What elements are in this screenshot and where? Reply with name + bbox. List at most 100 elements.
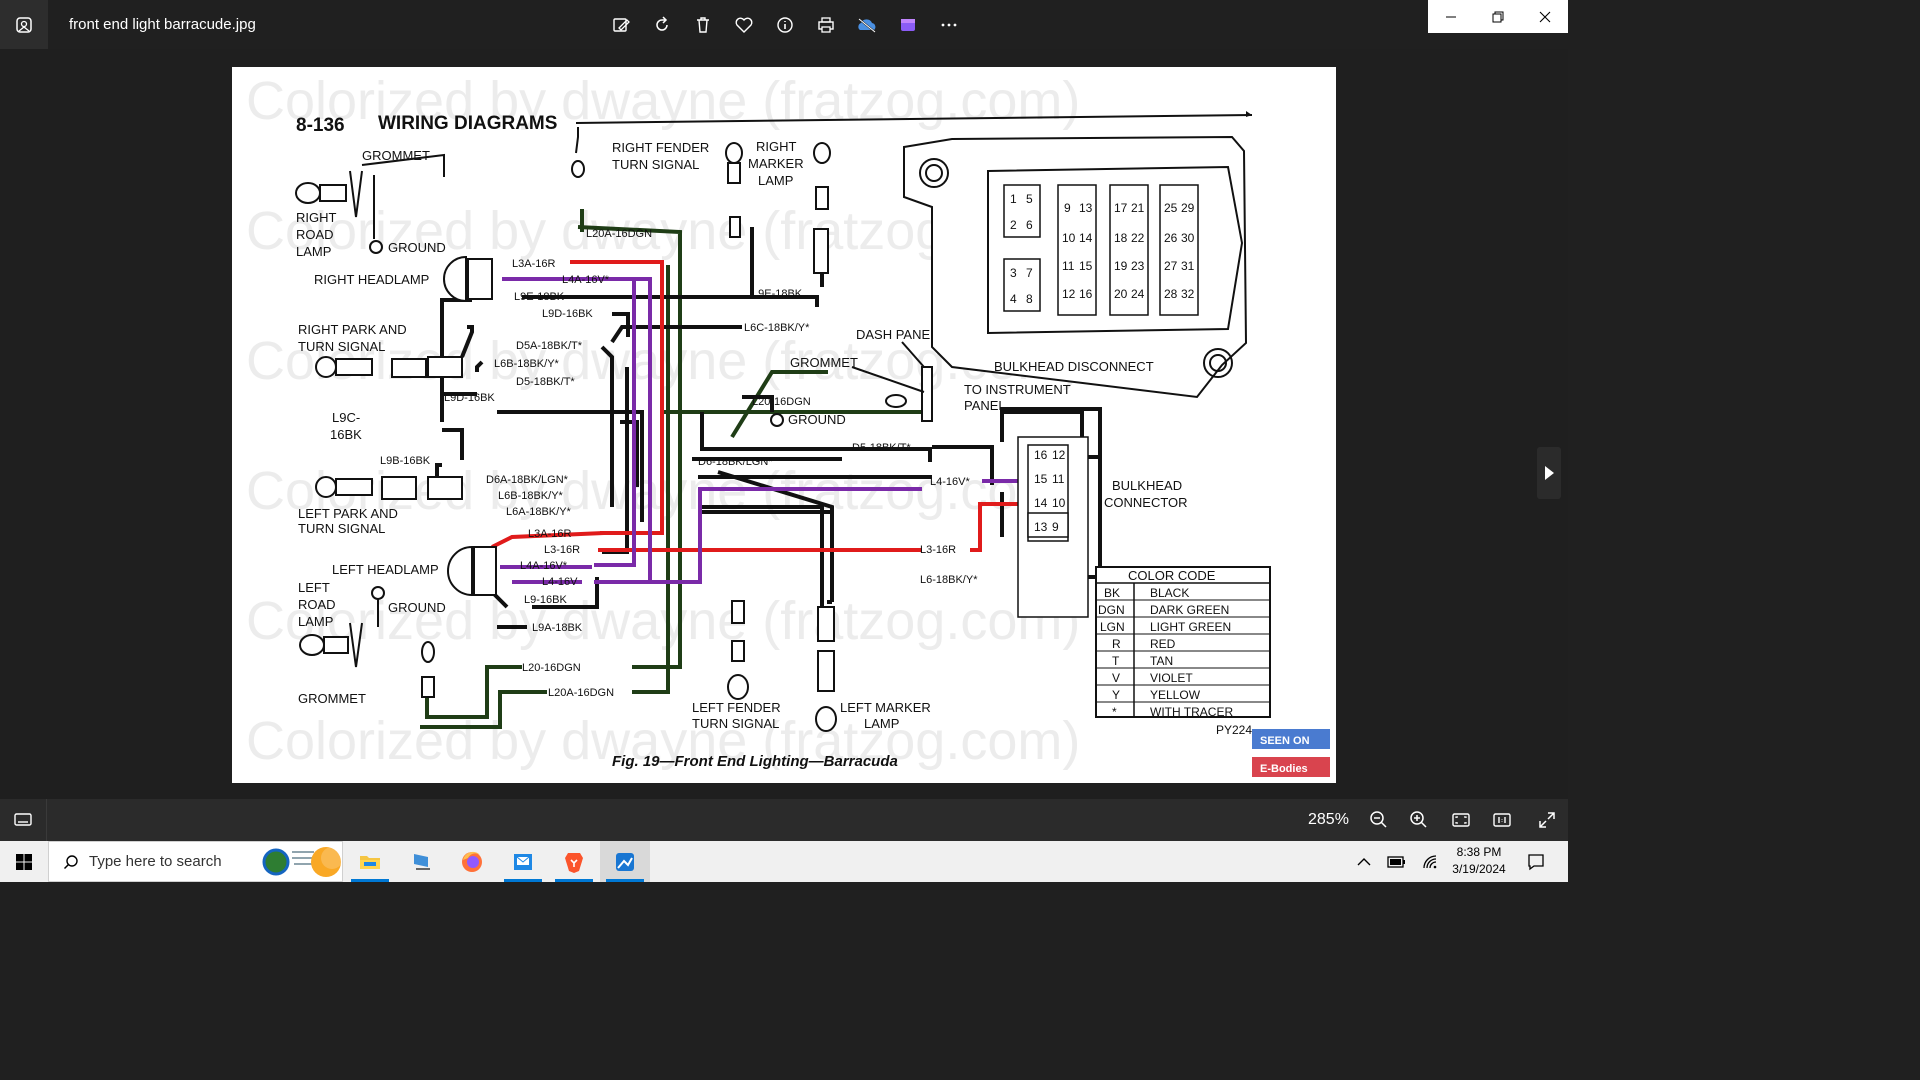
network-app-taskbar-button[interactable] <box>397 841 447 882</box>
zoom-level[interactable]: 285% <box>1308 811 1349 829</box>
taskbar-search-box[interactable]: Type here to search <box>48 841 343 882</box>
printer-icon <box>817 17 834 33</box>
wire-label: L20A-16DGN <box>586 228 652 240</box>
left-park-label-2: TURN SIGNAL <box>298 521 385 536</box>
image-toolbar <box>600 12 969 38</box>
brave-taskbar-button[interactable] <box>549 841 599 882</box>
photos-taskbar-button[interactable] <box>600 841 650 882</box>
wire-label: L9E-18BK <box>514 291 565 303</box>
show-hidden-icons-button[interactable] <box>1352 841 1376 882</box>
battery-tray-button[interactable] <box>1385 841 1409 882</box>
search-highlight-icon[interactable] <box>262 844 342 880</box>
fuse-number: 11 <box>1062 259 1075 273</box>
fuse-number: 21 <box>1131 201 1145 215</box>
photos-app-icon[interactable] <box>0 0 48 49</box>
favorite-button[interactable] <box>723 12 764 38</box>
notifications-button[interactable] <box>1524 841 1548 882</box>
right-headlamp <box>443 255 493 303</box>
ground-bottom-label: GROUND <box>388 600 446 615</box>
wire-label: L6B-18BK/Y* <box>498 490 564 502</box>
left-fender-turn-label-2: TURN SIGNAL <box>692 716 779 731</box>
rotate-button[interactable] <box>641 12 682 38</box>
expand-icon <box>1539 812 1555 828</box>
wire-label: D5A-18BK/T* <box>516 340 583 352</box>
l9c-label-2: 16BK <box>330 427 362 442</box>
restore-icon <box>1492 11 1504 22</box>
more-options-button[interactable] <box>928 12 969 38</box>
outlook-taskbar-button[interactable] <box>498 841 548 882</box>
chevron-up-icon <box>1357 857 1371 865</box>
full-screen-button[interactable] <box>1535 808 1559 832</box>
zoom-out-button[interactable] <box>1367 808 1391 832</box>
file-info-button[interactable] <box>764 12 805 38</box>
bulkhead-connector-label-2: CONNECTOR <box>1104 495 1188 510</box>
wire-label: D6A-18BK/LGN* <box>486 474 569 486</box>
onedrive-button[interactable] <box>846 12 887 38</box>
connector-pin: 12 <box>1052 448 1066 462</box>
connector-pin: 10 <box>1052 496 1066 510</box>
wire-label: D5-18BK/T* <box>516 376 575 388</box>
fuse-number: 6 <box>1026 218 1033 232</box>
wifi-tray-button[interactable] <box>1418 841 1442 882</box>
print-button[interactable] <box>805 12 846 38</box>
color-code: BK <box>1104 586 1120 600</box>
start-button[interactable] <box>0 841 48 882</box>
fit-to-window-button[interactable] <box>1449 808 1473 832</box>
next-image-button[interactable] <box>1537 447 1561 499</box>
onedrive-cloud-icon <box>857 18 876 33</box>
fuse-number: 28 <box>1164 287 1178 301</box>
clipchamp-button[interactable] <box>887 12 928 38</box>
connector-pin: 9 <box>1052 520 1059 534</box>
window-controls <box>1428 0 1568 33</box>
color-name: RED <box>1150 637 1176 651</box>
minimize-icon <box>1446 16 1457 17</box>
fuse-number: 10 <box>1062 231 1076 245</box>
to-instrument-label-2: PANEL <box>964 398 1006 413</box>
fuse-number: 17 <box>1114 201 1128 215</box>
wire-label: D6-18BK/LGN* <box>698 456 773 468</box>
clipchamp-icon <box>900 19 915 31</box>
color-code-table: COLOR CODE BK BLACK DGN DARK GREEN LGN L… <box>1095 566 1271 719</box>
search-placeholder: Type here to search <box>89 853 222 870</box>
clock-date: 3/19/2024 <box>1452 862 1506 876</box>
taskbar-clock[interactable]: 8:38 PM 3/19/2024 <box>1440 844 1518 878</box>
right-fender-turn-label-1: RIGHT FENDER <box>612 140 709 155</box>
right-marker-label-2: MARKER <box>748 156 804 171</box>
zoom-in-button[interactable] <box>1407 808 1431 832</box>
fuse-number: 4 <box>1010 292 1017 306</box>
zoom-out-icon <box>1370 811 1387 828</box>
image-viewer-canvas: Colorized by dwayne (fratzog.com) Colori… <box>0 49 1568 799</box>
right-road-lamp-label-2: ROAD <box>296 227 334 242</box>
fuse-number: 5 <box>1026 192 1033 206</box>
wire-label: L4A-16V* <box>562 274 610 286</box>
minimize-button[interactable] <box>1428 0 1475 33</box>
wire-label: L9D-16BK <box>444 392 495 404</box>
edit-image-button[interactable] <box>600 12 641 38</box>
connector-pin: 16 <box>1034 448 1048 462</box>
clock-time: 8:38 PM <box>1456 845 1502 859</box>
fuse-number: 14 <box>1079 231 1093 245</box>
right-park-label-2: TURN SIGNAL <box>298 339 385 354</box>
restore-button[interactable] <box>1475 0 1522 33</box>
brave-lion-icon <box>565 852 583 873</box>
grommet-bottom-label: GROMMET <box>298 691 366 706</box>
wire-label: L4-16V* <box>930 476 970 488</box>
fuse-number: 29 <box>1181 201 1195 215</box>
color-name: BLACK <box>1150 586 1189 600</box>
file-explorer-taskbar-button[interactable] <box>345 841 395 882</box>
bulkhead-connector-label-1: BULKHEAD <box>1112 478 1182 493</box>
close-button[interactable] <box>1521 0 1568 33</box>
color-name: YELLOW <box>1150 688 1201 702</box>
wire-label: D5-18BK/T* <box>852 442 911 454</box>
firefox-taskbar-button[interactable] <box>447 841 497 882</box>
wire-label: L20-16DGN <box>752 396 811 408</box>
filmstrip-toggle-button[interactable] <box>0 799 47 841</box>
left-headlamp-label: LEFT HEADLAMP <box>332 562 439 577</box>
fuse-number: 16 <box>1079 287 1093 301</box>
connector-pin: 15 <box>1034 472 1048 486</box>
fuse-number: 25 <box>1164 201 1178 215</box>
delete-button[interactable] <box>682 12 723 38</box>
actual-size-button[interactable] <box>1490 808 1514 832</box>
reference-code: PY224 <box>1216 723 1252 737</box>
battery-icon <box>1387 855 1405 868</box>
